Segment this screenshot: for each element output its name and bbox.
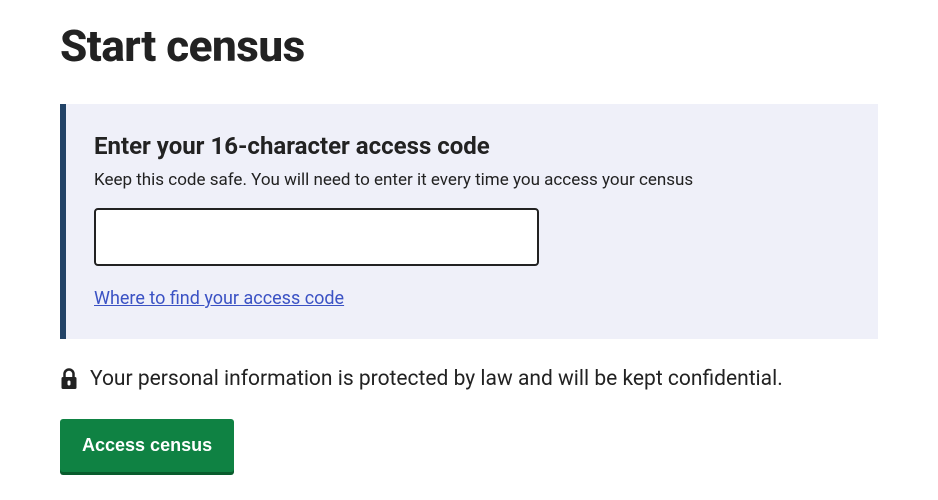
panel-description: Keep this code safe. You will need to en… [94,170,850,190]
page-title: Start census [60,20,878,72]
access-code-input[interactable] [94,208,539,266]
security-notice-text: Your personal information is protected b… [90,367,783,391]
security-notice: Your personal information is protected b… [60,367,878,391]
access-census-button[interactable]: Access census [60,419,234,472]
access-code-panel: Enter your 16-character access code Keep… [60,104,878,339]
lock-icon [60,368,78,390]
help-link[interactable]: Where to find your access code [94,288,344,309]
panel-heading: Enter your 16-character access code [94,132,850,160]
